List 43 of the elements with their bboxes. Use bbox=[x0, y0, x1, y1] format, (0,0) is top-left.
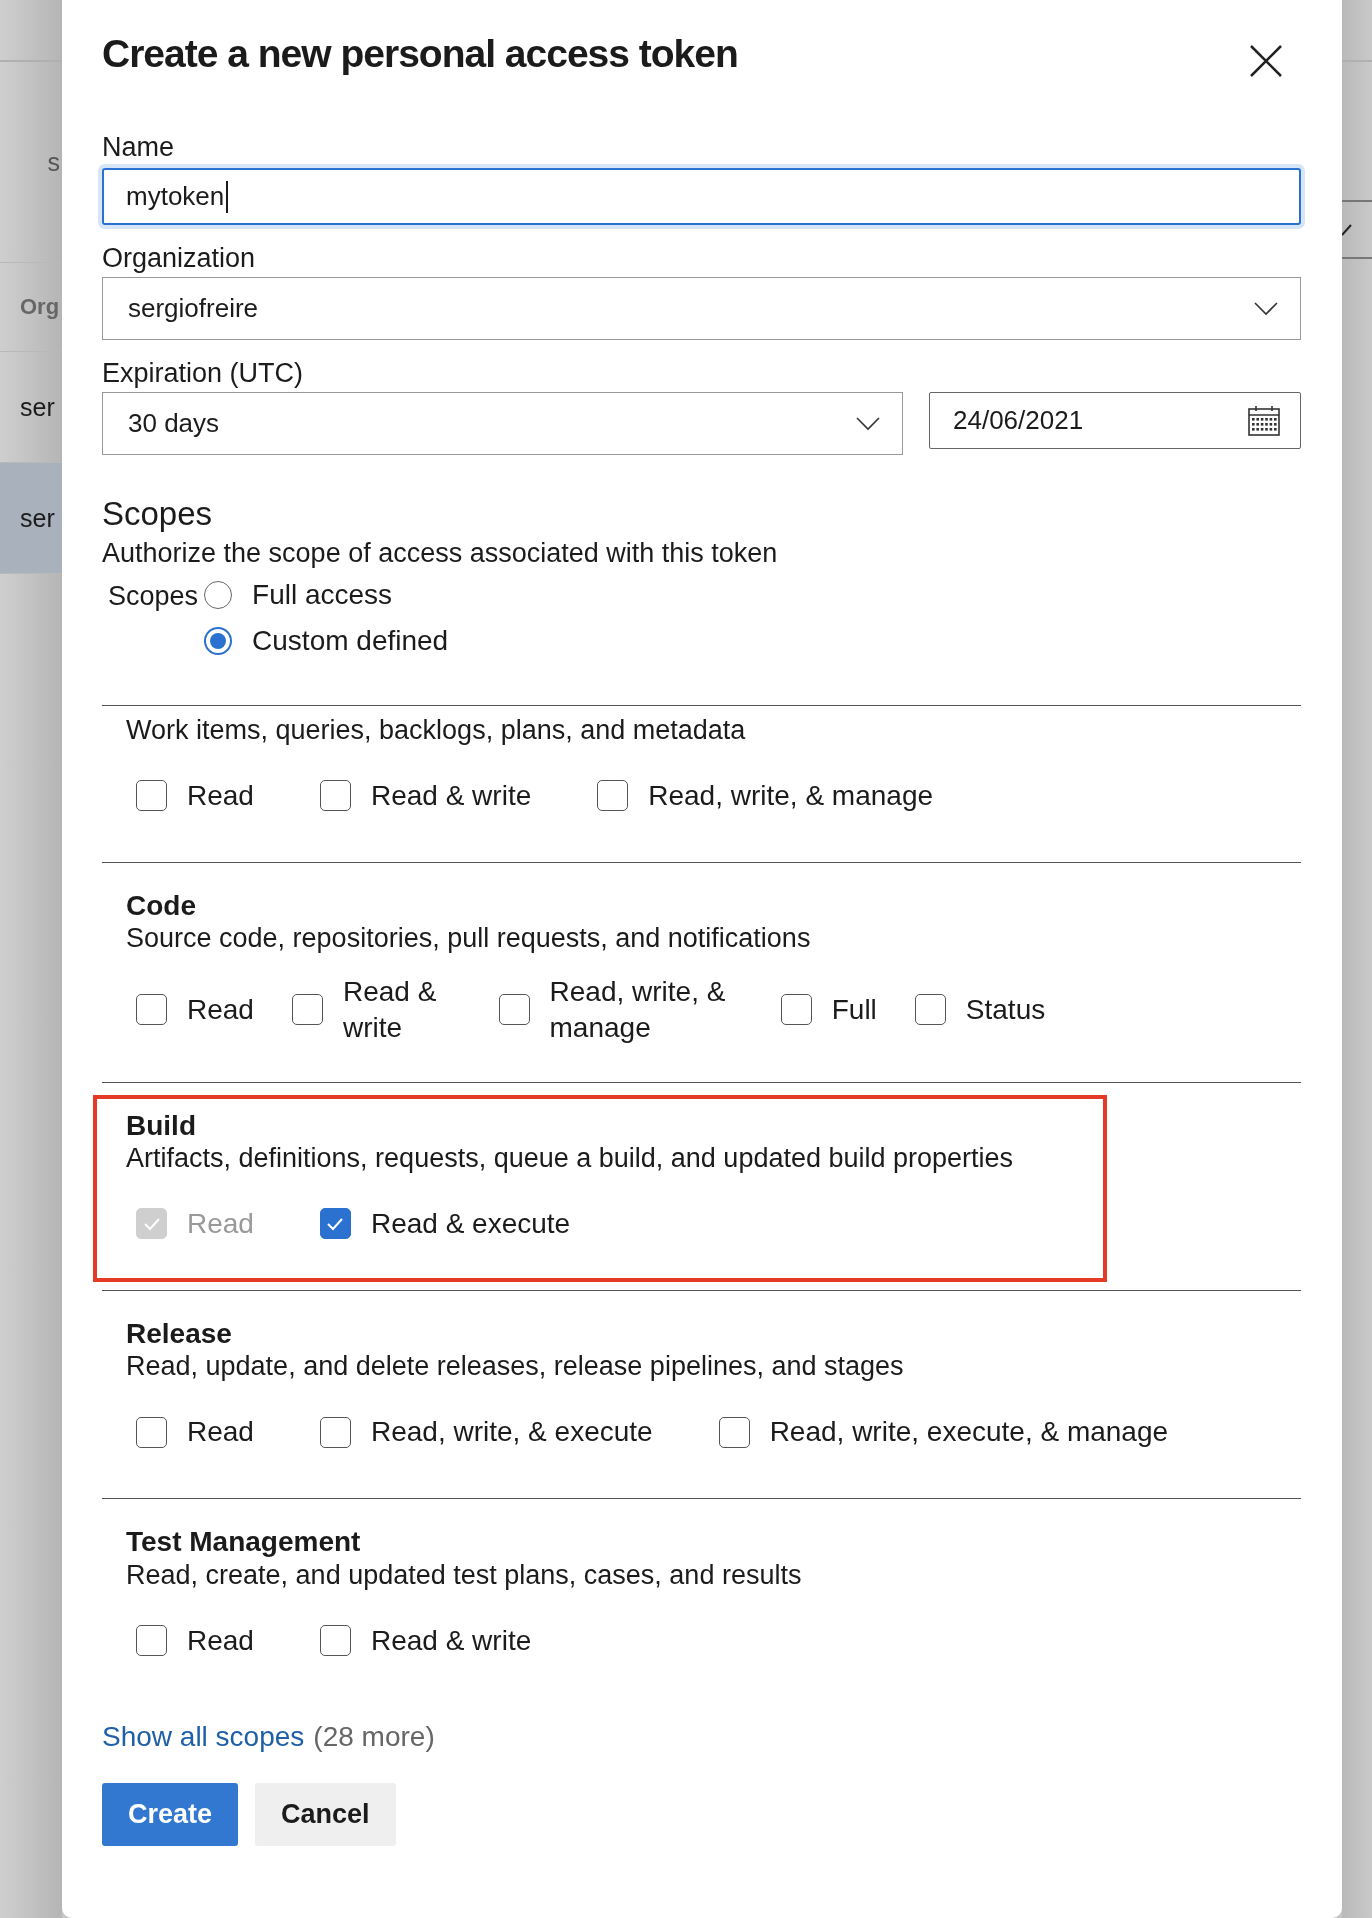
checkbox-option[interactable]: Read & write bbox=[319, 777, 532, 814]
field-label: Name bbox=[102, 132, 176, 164]
checkbox-option[interactable]: Read bbox=[136, 1622, 254, 1659]
background-text: Org bbox=[20, 294, 60, 320]
checkbox-option[interactable]: Read, write, & execute bbox=[319, 1414, 653, 1451]
checkbox-option[interactable]: Read, write, execute, & manage bbox=[718, 1414, 1169, 1451]
organization-dropdown[interactable]: sergiofreire bbox=[102, 277, 1301, 340]
field-label: Expiration (UTC) bbox=[102, 358, 305, 390]
show-all-scopes-link[interactable]: Show all scopes bbox=[102, 1720, 305, 1753]
checkbox-option[interactable]: Read & write bbox=[291, 973, 461, 1046]
radio-option[interactable]: Custom defined bbox=[204, 624, 449, 657]
checkbox-option[interactable]: Read, write, & manage bbox=[498, 973, 743, 1046]
field-label: Organization bbox=[102, 243, 257, 275]
background-text: s bbox=[47, 147, 60, 177]
scope-description: Work items, queries, backlogs, plans, and metadata bbox=[126, 713, 747, 747]
scope-description: Artifacts, definitions, requests, queue a build, and updated build properties bbox=[126, 1142, 1015, 1176]
scope-title: Release bbox=[126, 1316, 233, 1351]
scope-title: Build bbox=[126, 1108, 197, 1143]
background-text: ser bbox=[20, 392, 55, 422]
checkbox-option[interactable]: Status bbox=[914, 991, 1046, 1028]
section-description: Authorize the scope of access associated with this token bbox=[102, 537, 779, 570]
radio-group-label: Scopes bbox=[107, 580, 199, 613]
checkbox-option[interactable]: Read, write, & manage bbox=[597, 777, 934, 814]
scope-title: Code bbox=[126, 888, 197, 923]
scope-title: Test Management bbox=[126, 1525, 362, 1559]
more-count: (28 more) bbox=[313, 1720, 435, 1753]
checkbox-option[interactable]: Read & write bbox=[319, 1622, 532, 1659]
checkbox-option[interactable]: Read bbox=[136, 777, 254, 814]
scope-description: Read, update, and delete releases, release pipelines, and stages bbox=[126, 1350, 905, 1384]
expiration-dropdown[interactable]: 30 days bbox=[102, 392, 903, 455]
checkbox-option[interactable]: Read bbox=[136, 991, 254, 1028]
cancel-button[interactable]: Cancel bbox=[255, 1782, 396, 1846]
scope-description: Read, create, and updated test plans, cases, and results bbox=[126, 1558, 803, 1592]
dialog-title: Create a new personal access token bbox=[102, 32, 738, 76]
create-button[interactable]: Create bbox=[102, 1782, 239, 1846]
checkbox-option[interactable]: Read & execute bbox=[319, 1205, 571, 1242]
checkbox-option[interactable]: Read bbox=[136, 1414, 254, 1451]
date-field[interactable]: 24/06/2021 bbox=[929, 392, 1301, 449]
background-text: ser bbox=[20, 503, 55, 533]
scope-description: Source code, repositories, pull requests, and notifications bbox=[126, 922, 812, 956]
radio-option[interactable]: Full access bbox=[204, 578, 449, 611]
section-heading: Scopes bbox=[102, 495, 214, 534]
checkbox-option[interactable]: Full bbox=[780, 991, 877, 1028]
